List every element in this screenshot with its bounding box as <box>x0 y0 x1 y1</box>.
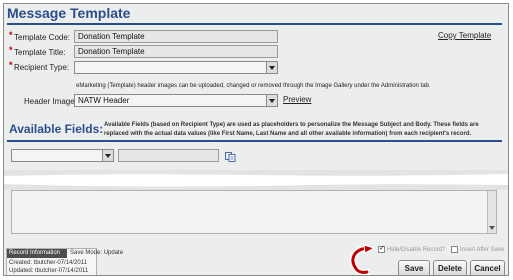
editor-scrollbar[interactable] <box>487 191 496 233</box>
recipient-type-select[interactable] <box>74 61 278 74</box>
delete-button[interactable]: Delete <box>433 260 467 275</box>
updated-info: Updated: tbutcher-07/14/2011 <box>9 268 89 274</box>
template-title-label: * Template Title: <box>9 45 66 57</box>
recipient-type-label: * Recipient Type: <box>9 60 69 72</box>
curved-arrow-icon <box>349 244 376 275</box>
record-information-title: Record Information <box>7 249 67 258</box>
header-image-label: Header Image: <box>24 97 77 106</box>
required-marker: * <box>9 30 13 40</box>
hide-disable-checkbox[interactable] <box>378 244 385 253</box>
scroll-down-icon[interactable] <box>489 226 495 230</box>
available-field-select[interactable] <box>11 149 114 162</box>
documents-icon[interactable] <box>225 152 236 162</box>
save-mode-label: Save Mode: <box>70 250 103 256</box>
required-marker: * <box>9 45 13 55</box>
template-title-input[interactable]: Donation Template <box>74 45 278 58</box>
window-title: Message Template <box>7 5 131 21</box>
message-body-editor[interactable] <box>11 190 497 234</box>
save-mode-value: Update <box>103 250 124 256</box>
chevron-down-icon <box>266 62 277 73</box>
save-button[interactable]: Save <box>398 260 430 275</box>
chevron-down-icon <box>266 95 277 106</box>
template-code-label: * Template Code: <box>9 30 71 42</box>
hide-disable-label: Hide/Disable Record? <box>387 247 446 253</box>
created-info: Created: tbutcher-07/14/2011 <box>9 260 87 266</box>
torn-edge <box>4 170 508 190</box>
header-image-select[interactable]: NATW Header <box>74 94 278 107</box>
insert-after-save-checkbox[interactable] <box>451 246 458 253</box>
message-template-window: Message Template * Template Code: Donati… <box>3 3 509 276</box>
save-mode: Save Mode: Update <box>70 250 123 256</box>
title-divider <box>7 23 502 25</box>
available-fields-divider <box>7 140 502 142</box>
cancel-button[interactable]: Cancel <box>470 260 505 275</box>
chevron-down-icon <box>102 150 113 161</box>
available-fields-description: Available Fields (based on Recipient Typ… <box>104 122 479 137</box>
insert-after-save-label: Insert After Save <box>460 247 505 253</box>
template-code-input[interactable]: Donation Template <box>74 30 278 43</box>
required-marker: * <box>9 60 13 70</box>
preview-link[interactable]: Preview <box>283 95 311 104</box>
copy-template-link[interactable]: Copy Template <box>438 31 491 40</box>
available-field-textbox[interactable] <box>118 149 219 162</box>
header-image-note: eMarketing (Template) header images can … <box>76 83 431 89</box>
available-fields-title: Available Fields: <box>9 122 104 136</box>
